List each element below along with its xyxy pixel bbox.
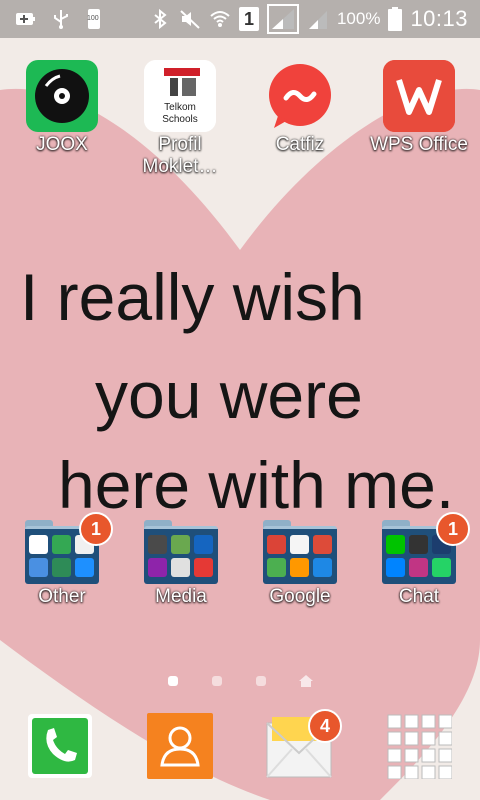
app-label-profil-moklet: Profil Moklet… <box>142 134 218 177</box>
page-indicator <box>0 672 480 692</box>
phone-icon <box>28 714 92 778</box>
battery-icon <box>388 7 403 31</box>
signal-icon <box>266 4 299 34</box>
contacts-button[interactable] <box>147 713 213 779</box>
play-music-mini-icon <box>290 558 309 577</box>
wifi-icon <box>210 11 230 27</box>
wallpaper-line-1: I really wish <box>20 260 365 334</box>
mute-icon <box>180 10 200 29</box>
battery-percent: 100% <box>336 9 381 28</box>
google-plus-mini-icon <box>313 535 332 554</box>
gallery-mini-icon <box>171 535 190 554</box>
joox-icon <box>26 60 98 132</box>
wallpaper-line-3: here with me. <box>58 448 454 522</box>
messenger-mini-icon <box>386 558 405 577</box>
telkom-schools-icon: Telkom Schools <box>144 60 216 132</box>
status-bar: 100 1 100% 10:13 <box>0 0 480 38</box>
record-mini-icon <box>194 558 213 577</box>
telkom-mini-icon <box>29 535 48 554</box>
folder-label-other: Other <box>38 586 86 607</box>
app-label-catfiz: Catfiz <box>275 134 325 155</box>
wps-office-icon <box>383 60 455 132</box>
folder-chat[interactable]: 1 Chat <box>364 512 474 608</box>
folder-google[interactable]: Google <box>245 520 355 608</box>
gmail-mini-icon <box>290 535 309 554</box>
app-wps-office[interactable]: WPS Office <box>364 60 474 156</box>
telkom-logo-text-2: Schools <box>162 114 198 125</box>
app-profil-moklet[interactable]: Telkom Schools Profil Moklet… <box>125 60 235 178</box>
bluetooth-icon <box>154 8 167 30</box>
home-icon[interactable] <box>298 674 314 688</box>
battery-plus-icon <box>16 13 35 25</box>
app-joox[interactable]: JOOX <box>7 60 117 156</box>
line-mini-icon <box>386 535 405 554</box>
chrome-mini-icon <box>267 535 286 554</box>
contacts-mini-icon <box>52 558 71 577</box>
signal-icon-2 <box>308 11 327 29</box>
messages-badge: 4 <box>308 709 342 743</box>
sim-icon: 1 <box>238 7 259 31</box>
apps-grid-icon <box>387 714 453 780</box>
notification-badge: 1 <box>436 512 470 546</box>
page-dot-1[interactable] <box>168 676 178 686</box>
battery-small-icon: 100 <box>86 7 102 31</box>
app-label-wps-office: WPS Office <box>370 134 468 155</box>
app-label-joox: JOOX <box>36 134 88 155</box>
page-dot-3[interactable] <box>256 676 266 686</box>
whatsapp-mini-icon <box>432 558 451 577</box>
shield-mini-icon <box>75 558 94 577</box>
clock: 10:13 <box>410 6 468 31</box>
notification-badge: 1 <box>79 512 113 546</box>
telkom-logo-text-1: Telkom <box>164 102 196 113</box>
settings-mini-icon <box>29 558 48 577</box>
wallpaper-line-2: you were <box>95 358 363 432</box>
usb-icon <box>54 10 68 29</box>
apps-drawer-button[interactable] <box>386 713 453 780</box>
folder-other[interactable]: 1 Other <box>7 512 117 608</box>
folder-label-chat: Chat <box>398 586 440 607</box>
contacts-icon <box>147 713 213 779</box>
folder-icon <box>263 520 337 584</box>
folder-media[interactable]: Media <box>126 520 236 608</box>
maps-mini-icon <box>267 558 286 577</box>
camera-mini-icon <box>148 535 167 554</box>
folder-label-media: Media <box>155 586 207 607</box>
folder-icon <box>144 520 218 584</box>
folder-label-google: Google <box>269 586 331 607</box>
phone-button[interactable] <box>27 713 93 779</box>
music-mini-icon <box>194 535 213 554</box>
app-catfiz[interactable]: Catfiz <box>245 60 355 156</box>
folder-icon: 1 <box>25 512 113 584</box>
drive-mini-icon <box>313 558 332 577</box>
page-dot-2[interactable] <box>212 676 222 686</box>
app-mini-icon <box>171 558 190 577</box>
messages-button[interactable]: 4 <box>266 709 342 779</box>
blackberry-mini-icon <box>409 535 428 554</box>
folder-icon: 1 <box>382 512 470 584</box>
usb-battery-text: 100 <box>87 15 99 22</box>
instagram-mini-icon <box>409 558 428 577</box>
play-store-mini-icon <box>52 535 71 554</box>
video-mini-icon <box>148 558 167 577</box>
catfiz-icon <box>264 60 336 132</box>
